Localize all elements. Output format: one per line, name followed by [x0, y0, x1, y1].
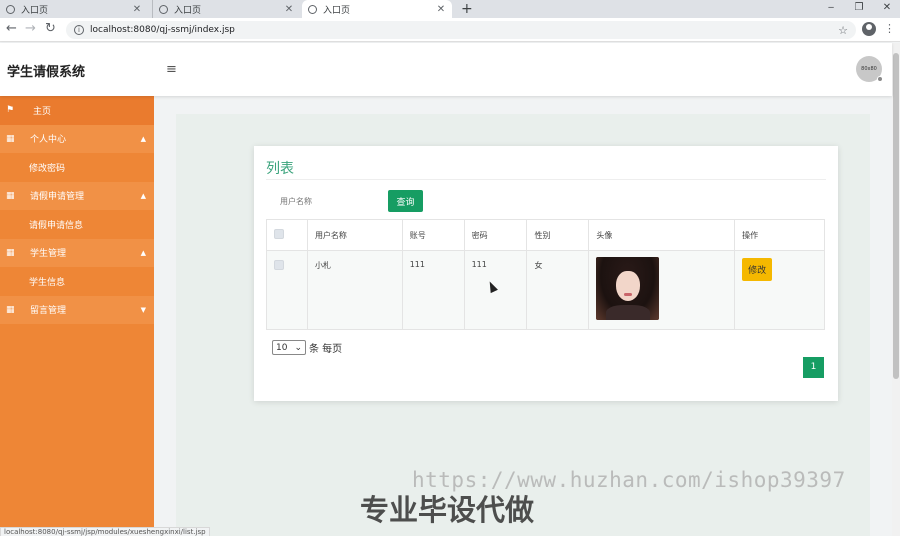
grid-icon: ▦	[6, 133, 15, 144]
title-divider	[266, 179, 826, 180]
minimize-icon[interactable]: ‒	[816, 0, 846, 18]
grid-icon: ▦	[6, 190, 15, 201]
avatar-cell	[588, 250, 736, 330]
new-tab-icon[interactable]: +	[461, 1, 473, 17]
app-title: 学生请假系统	[7, 65, 86, 80]
profile-icon[interactable]	[862, 22, 876, 36]
username-cell: 小札	[306, 250, 403, 330]
list-card: 列表 查询 用户名称 账号 密码 性别 头像 操作	[254, 146, 838, 401]
grid-icon: ▦	[6, 247, 15, 258]
restore-icon[interactable]: ❐	[844, 0, 874, 18]
tab-close-icon[interactable]: ✕	[436, 4, 446, 15]
select-all-checkbox[interactable]	[274, 229, 284, 239]
flag-icon: ⚑	[6, 105, 15, 116]
sidebar-item-label: 修改密码	[29, 163, 66, 174]
sidebar-item-leave-info[interactable]: 请假申请信息	[0, 210, 154, 239]
menu-kebab-icon[interactable]: ⋮	[884, 22, 895, 36]
page-button-current[interactable]: 1	[803, 357, 824, 378]
scroll-thumb[interactable]	[893, 53, 899, 379]
column-header: 用户名称	[306, 219, 403, 251]
star-icon[interactable]: ☆	[838, 24, 848, 37]
sidebar-item-label: 学生管理	[30, 249, 67, 260]
table-header-row: 用户名称 账号 密码 性别 头像 操作	[266, 219, 825, 251]
sidebar-item-student-info[interactable]: 学生信息	[0, 267, 154, 296]
info-icon[interactable]: i	[74, 25, 84, 35]
column-header: 密码	[463, 219, 528, 251]
status-bar-url: localhost:8080/qj-ssmj/jsp/modules/xuesh…	[0, 527, 210, 536]
username-search-input[interactable]	[274, 190, 388, 212]
forward-icon[interactable]: →	[25, 21, 36, 37]
back-icon[interactable]: ←	[6, 21, 17, 37]
sidebar: ⚑ 主页 ▦ 个人中心 ▲ 修改密码 ▦ 请假申请管理 ▲ 请假申请信息 ▦ 学…	[0, 96, 154, 536]
page-scrollbar[interactable]	[892, 43, 900, 536]
chevron-down-icon: ⌄	[294, 342, 302, 353]
sidebar-item-home[interactable]: ⚑ 主页	[0, 96, 154, 125]
browser-tab-active[interactable]: 入口页 ✕	[302, 0, 452, 18]
user-table: 用户名称 账号 密码 性别 头像 操作 小札 111 111 女 修改	[266, 219, 825, 330]
table-row: 小札 111 111 女 修改	[266, 250, 825, 330]
caret-up-icon: ▲	[140, 248, 146, 257]
sidebar-item-label: 请假申请管理	[30, 192, 85, 203]
column-header: 头像	[588, 219, 736, 251]
edit-button[interactable]: 修改	[742, 258, 773, 281]
gender-cell: 女	[526, 250, 590, 330]
tab-close-icon[interactable]: ✕	[284, 4, 294, 15]
sidebar-item-label: 留言管理	[30, 306, 67, 317]
tab-label: 入口页	[323, 5, 351, 16]
caret-up-icon: ▲	[140, 134, 146, 143]
page-title: 列表	[266, 161, 294, 177]
browser-tab[interactable]: 入口页 ✕	[0, 0, 148, 18]
hamburger-icon[interactable]: ≡	[166, 62, 177, 77]
status-dot	[877, 76, 883, 82]
sidebar-group-leave-management[interactable]: ▦ 请假申请管理 ▲	[0, 181, 154, 210]
globe-icon	[6, 4, 15, 14]
reload-icon[interactable]: ↻	[45, 21, 56, 37]
browser-tab[interactable]: 入口页 ✕	[152, 0, 300, 18]
browser-tab-bar: 入口页 ✕ 入口页 ✕ 入口页 ✕ + ‒ ❐ ✕	[0, 0, 900, 18]
sidebar-item-label: 学生信息	[29, 277, 66, 288]
user-photo	[596, 257, 660, 320]
globe-icon	[308, 4, 317, 14]
caret-up-icon: ▲	[140, 191, 146, 200]
grid-icon: ▦	[6, 304, 15, 315]
page-size-control: 10 ⌄ 条 每页	[272, 340, 342, 355]
column-header: 性别	[526, 219, 590, 251]
window-close-icon[interactable]: ✕	[872, 0, 900, 18]
sidebar-item-change-password[interactable]: 修改密码	[0, 153, 154, 182]
search-button[interactable]: 查询	[388, 190, 423, 212]
sidebar-item-label: 个人中心	[30, 135, 67, 146]
select-all-cell	[266, 219, 308, 251]
page-size-select[interactable]: 10 ⌄	[272, 340, 306, 355]
url-text[interactable]: localhost:8080/qj-ssmj/index.jsp	[90, 25, 838, 35]
account-cell: 111	[401, 250, 465, 330]
sidebar-item-label: 主页	[33, 106, 52, 117]
column-header: 操作	[734, 219, 825, 251]
sidebar-group-personal-center[interactable]: ▦ 个人中心 ▲	[0, 124, 154, 153]
address-bar-row: ← → ↻ i localhost:8080/qj-ssmj/index.jsp…	[0, 18, 900, 42]
row-checkbox[interactable]	[274, 260, 284, 270]
tab-label: 入口页	[21, 5, 49, 16]
page-size-label: 条 每页	[309, 344, 343, 355]
url-field[interactable]: i localhost:8080/qj-ssmj/index.jsp ☆	[66, 21, 856, 39]
column-header: 账号	[401, 219, 465, 251]
tab-label: 入口页	[174, 5, 202, 16]
caret-down-icon: ▼	[140, 305, 146, 314]
tab-close-icon[interactable]: ✕	[132, 4, 142, 15]
globe-icon	[159, 4, 168, 14]
watermark-text: 专业毕设代做	[360, 493, 535, 527]
sidebar-group-student-management[interactable]: ▦ 学生管理 ▲	[0, 238, 154, 267]
app-header: 学生请假系统 ≡ 80x80	[0, 43, 892, 96]
page-size-value: 10	[276, 342, 288, 353]
sidebar-item-label: 请假申请信息	[29, 220, 84, 231]
action-cell: 修改	[734, 250, 825, 330]
row-select-cell	[266, 250, 308, 330]
sidebar-group-message-management[interactable]: ▦ 留言管理 ▼	[0, 295, 154, 324]
